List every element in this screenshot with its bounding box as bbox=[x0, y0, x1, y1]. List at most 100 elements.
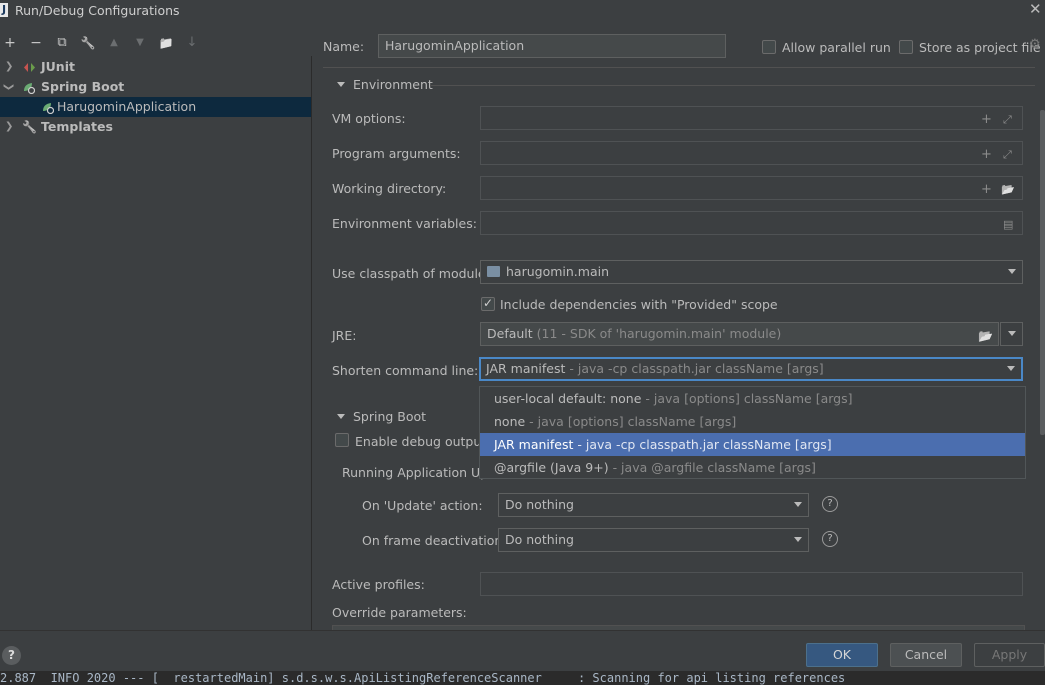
junit-icon bbox=[24, 63, 35, 72]
option-main: @argfile (Java 9+) bbox=[494, 460, 609, 475]
help-icon[interactable]: ? bbox=[822, 531, 838, 547]
chevron-down-icon bbox=[794, 502, 802, 507]
option-hint: - java [options] className [args] bbox=[645, 391, 853, 406]
tree-item-label: JUnit bbox=[41, 59, 75, 74]
jre-input[interactable]: Default (11 - SDK of 'harugomin.main' mo… bbox=[480, 322, 999, 346]
jre-dropdown-button[interactable] bbox=[1000, 322, 1023, 346]
shorten-command-line-select[interactable]: JAR manifest - java -cp classpath.jar cl… bbox=[479, 357, 1023, 381]
enable-debug-checkbox[interactable] bbox=[335, 433, 349, 447]
help-button[interactable]: ? bbox=[2, 646, 21, 665]
spring-boot-icon bbox=[24, 83, 35, 94]
option-main: user-local default: none bbox=[494, 391, 642, 406]
environment-variables-label: Environment variables: bbox=[332, 216, 477, 231]
expand-plus-icon[interactable]: + bbox=[981, 179, 992, 199]
working-directory-label: Working directory: bbox=[332, 181, 447, 196]
tree-item-templates[interactable]: ❯ 🔧 Templates bbox=[0, 117, 311, 137]
working-directory-input[interactable]: + 📂 bbox=[480, 176, 1023, 200]
edit-defaults-button[interactable]: 🔧 bbox=[79, 34, 97, 52]
classpath-module-value: harugomin.main bbox=[506, 264, 610, 279]
option-hint: - java -cp classpath.jar className [args… bbox=[577, 437, 832, 452]
jre-hint: (11 - SDK of 'harugomin.main' module) bbox=[536, 326, 782, 341]
gear-icon[interactable]: ⚙ bbox=[1029, 37, 1041, 52]
move-down-button[interactable]: ▼ bbox=[131, 34, 149, 52]
apply-button[interactable]: Apply bbox=[974, 643, 1045, 667]
name-input[interactable]: HarugominApplication bbox=[378, 34, 726, 58]
chevron-down-icon[interactable]: ❯ bbox=[0, 83, 18, 91]
shorten-hint: - java -cp classpath.jar className [args… bbox=[569, 361, 824, 376]
program-arguments-input[interactable]: + ⤢ bbox=[480, 141, 1023, 165]
collapse-environment-icon[interactable] bbox=[337, 82, 345, 87]
program-arguments-label: Program arguments: bbox=[332, 146, 461, 161]
module-icon bbox=[487, 266, 500, 277]
sort-icon: ↓ bbox=[186, 35, 198, 50]
classpath-module-select[interactable]: harugomin.main bbox=[480, 260, 1023, 284]
chevron-right-icon[interactable]: ❯ bbox=[5, 117, 13, 137]
option-none[interactable]: none - java [options] className [args] bbox=[480, 410, 1025, 433]
help-icon[interactable]: ? bbox=[822, 496, 838, 512]
tree-item-harugomin-application[interactable]: HarugominApplication bbox=[0, 97, 311, 117]
jre-value: Default bbox=[487, 326, 533, 341]
new-folder-button[interactable]: 📁 bbox=[157, 34, 175, 52]
folder-icon[interactable]: 📂 bbox=[978, 325, 993, 345]
on-frame-deactivation-label: On frame deactivation: bbox=[362, 533, 507, 548]
on-update-value: Do nothing bbox=[505, 497, 574, 512]
classpath-module-label: Use classpath of module: bbox=[332, 266, 490, 281]
jre-label: JRE: bbox=[332, 328, 357, 343]
chevron-down-icon bbox=[1008, 331, 1016, 336]
folder-icon[interactable]: 📂 bbox=[1001, 179, 1015, 199]
bottom-separator bbox=[0, 630, 1045, 631]
active-profiles-input[interactable] bbox=[480, 572, 1023, 596]
override-parameters-label: Override parameters: bbox=[332, 605, 467, 620]
arrow-up-icon: ▲ bbox=[110, 37, 118, 48]
console-output-strip: 2.887 INFO 2020 --- [ restartedMain] s.d… bbox=[0, 671, 1045, 685]
ok-button[interactable]: OK bbox=[806, 643, 878, 667]
chevron-down-icon bbox=[1008, 269, 1016, 274]
environment-variables-input[interactable]: ▤ bbox=[480, 211, 1023, 235]
move-up-button[interactable]: ▲ bbox=[105, 34, 123, 52]
collapse-spring-boot-icon[interactable] bbox=[337, 414, 345, 419]
option-user-local-default[interactable]: user-local default: none - java [options… bbox=[480, 387, 1025, 410]
expand-plus-icon[interactable]: + bbox=[981, 109, 992, 129]
configuration-tree: ❯ JUnit ❯ Spring Boot HarugominApplicati… bbox=[0, 56, 311, 630]
tree-item-junit[interactable]: ❯ JUnit bbox=[0, 57, 311, 77]
store-as-project-file-checkbox[interactable] bbox=[899, 40, 913, 54]
option-argfile[interactable]: @argfile (Java 9+) - java @argfile class… bbox=[480, 456, 1025, 479]
chevron-down-icon bbox=[794, 537, 802, 542]
active-profiles-label: Active profiles: bbox=[332, 577, 425, 592]
on-frame-value: Do nothing bbox=[505, 532, 574, 547]
allow-parallel-run-checkbox[interactable] bbox=[762, 40, 776, 54]
include-provided-checkbox[interactable] bbox=[481, 296, 495, 311]
folder-icon: 📁 bbox=[158, 36, 174, 50]
arrow-down-icon: ▼ bbox=[136, 37, 144, 48]
cancel-button[interactable]: Cancel bbox=[890, 643, 962, 667]
on-frame-deactivation-select[interactable]: Do nothing bbox=[498, 528, 809, 552]
sort-button[interactable]: ↓ bbox=[183, 34, 201, 52]
vm-options-input[interactable]: + ⤢ bbox=[480, 106, 1023, 130]
chevron-right-icon[interactable]: ❯ bbox=[5, 57, 13, 77]
copy-configuration-button[interactable]: ⧉ bbox=[53, 34, 71, 52]
panel-splitter[interactable] bbox=[311, 56, 312, 630]
expand-plus-icon[interactable]: + bbox=[981, 144, 992, 164]
name-label: Name: bbox=[323, 39, 365, 54]
running-app-update-label: Running Application Upd bbox=[342, 465, 497, 480]
option-hint: - java [options] className [args] bbox=[529, 414, 737, 429]
scrollbar-thumb[interactable] bbox=[1040, 110, 1045, 435]
intellij-app-icon: J bbox=[0, 3, 8, 17]
shorten-command-line-label: Shorten command line: bbox=[332, 363, 479, 378]
allow-parallel-run-label: Allow parallel run bbox=[782, 40, 891, 55]
chevron-down-icon bbox=[1007, 366, 1015, 371]
environment-section-title: Environment bbox=[353, 77, 433, 92]
tree-item-spring-boot[interactable]: ❯ Spring Boot bbox=[0, 77, 311, 97]
close-icon[interactable]: ✕ bbox=[1029, 0, 1042, 18]
expand-icon[interactable]: ⤢ bbox=[1003, 109, 1012, 129]
tree-item-label: HarugominApplication bbox=[57, 99, 197, 114]
on-update-action-select[interactable]: Do nothing bbox=[498, 493, 809, 517]
option-jar-manifest[interactable]: JAR manifest - java -cp classpath.jar cl… bbox=[480, 433, 1025, 456]
tree-item-label: Spring Boot bbox=[41, 79, 125, 94]
vm-options-label: VM options: bbox=[332, 111, 406, 126]
edit-document-icon[interactable]: ▤ bbox=[1003, 214, 1013, 234]
remove-configuration-button[interactable]: − bbox=[27, 34, 45, 52]
header-separator bbox=[323, 67, 1035, 68]
add-configuration-button[interactable]: + bbox=[1, 34, 19, 52]
expand-icon[interactable]: ⤢ bbox=[1003, 144, 1012, 164]
